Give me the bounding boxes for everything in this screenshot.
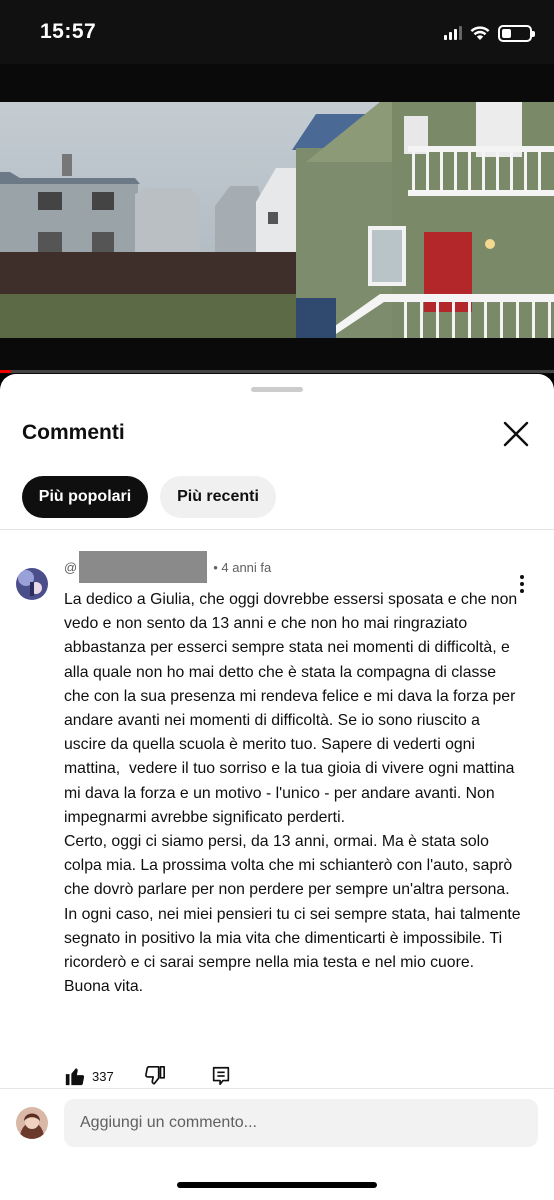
add-comment-input[interactable] — [64, 1099, 538, 1147]
divider — [0, 529, 554, 530]
like-icon[interactable] — [64, 1065, 86, 1087]
comments-sheet: Commenti Più popolari Più recenti @ • 4 … — [0, 374, 554, 1200]
user-avatar[interactable] — [16, 1107, 48, 1139]
video-player[interactable] — [0, 64, 554, 374]
wifi-icon — [470, 25, 490, 41]
video-progress-fill — [0, 370, 12, 373]
comment-header: @ • 4 anni fa — [64, 551, 271, 583]
close-button[interactable] — [500, 418, 532, 450]
like-count: 337 — [92, 1068, 114, 1084]
comment-text: La dedico a Giulia, che oggi dovrebbe es… — [64, 591, 521, 996]
status-bar: 15:57 — [0, 0, 554, 64]
battery-icon — [498, 24, 535, 42]
add-comment-divider — [0, 1088, 554, 1089]
filter-chip-recent[interactable]: Più recenti — [160, 476, 276, 518]
status-time: 15:57 — [40, 20, 97, 43]
more-vert-icon — [520, 575, 524, 579]
reply-icon[interactable] — [210, 1065, 232, 1087]
comments-title: Commenti — [22, 421, 125, 444]
drag-handle[interactable] — [251, 387, 303, 392]
close-icon — [503, 421, 529, 447]
cellular-signal-icon — [444, 26, 462, 40]
dislike-icon[interactable] — [144, 1065, 166, 1087]
video-frame[interactable] — [0, 102, 554, 338]
redacted-username — [79, 551, 208, 583]
comment-actions: 337 — [64, 1062, 232, 1090]
status-icons — [444, 22, 535, 44]
battery-level — [502, 28, 512, 38]
comment-author-prefix[interactable]: @ — [64, 560, 77, 575]
filter-chip-popular[interactable]: Più popolari — [22, 476, 148, 518]
home-indicator — [177, 1182, 377, 1188]
commenter-avatar[interactable] — [16, 568, 48, 600]
video-thumbnail-scene — [0, 102, 554, 338]
video-progress-bar[interactable] — [0, 370, 554, 373]
comment-timestamp: • 4 anni fa — [213, 559, 272, 575]
